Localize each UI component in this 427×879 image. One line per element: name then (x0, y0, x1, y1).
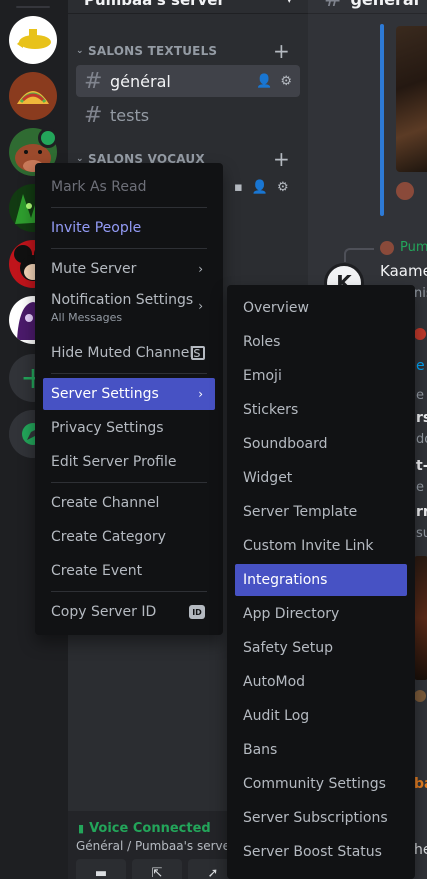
menu-divider (51, 591, 207, 592)
chevron-right-icon: › (198, 387, 203, 401)
channel-name: général (110, 71, 171, 91)
menu-item-notification-settings[interactable]: Notification Settings All Messages › (43, 287, 215, 327)
submenu-item-server-subscriptions[interactable]: Server Subscriptions (235, 802, 407, 834)
message-text: he (414, 842, 427, 858)
submenu-item-integrations[interactable]: Integrations (235, 564, 407, 596)
server-name: Pumbaa's server (84, 0, 225, 9)
chat-channel-name: général (350, 0, 419, 9)
submenu-item-community-settings[interactable]: Community Settings (235, 768, 407, 800)
submenu-item-server-template[interactable]: Server Template (235, 496, 407, 528)
message-text: e (416, 480, 424, 495)
menu-item-invite-people[interactable]: Invite People (43, 212, 215, 244)
message-text: nis (414, 286, 427, 301)
voice-location[interactable]: Général / Pumbaa's server (76, 839, 235, 853)
menu-divider (51, 248, 207, 249)
category-text-channels[interactable]: ⌄ SALONS TEXTUELS + (76, 39, 300, 63)
submenu-item-roles[interactable]: Roles (235, 326, 407, 358)
chevron-right-icon: › (198, 262, 203, 276)
message-text: t- (416, 458, 427, 474)
submenu-item-overview[interactable]: Overview (235, 292, 407, 324)
submenu-item-bans[interactable]: Bans (235, 734, 407, 766)
create-channel-plus-icon[interactable]: + (273, 147, 290, 171)
submenu-item-soundboard[interactable]: Soundboard (235, 428, 407, 460)
rocket-icon: ➚ (207, 866, 219, 879)
avatar[interactable] (414, 328, 426, 340)
menu-divider (51, 482, 207, 483)
menu-item-mark-as-read[interactable]: Mark As Read (43, 171, 215, 203)
menu-item-server-settings[interactable]: Server Settings › (43, 378, 215, 410)
screen-share-icon: ⇱ (151, 866, 163, 879)
embed-image[interactable] (396, 26, 427, 172)
menu-item-hide-muted-channels[interactable]: Hide Muted Channels (43, 337, 215, 369)
avatar[interactable] (396, 182, 414, 200)
reply-connector (344, 248, 374, 262)
menu-divider (51, 207, 207, 208)
avatar[interactable] (414, 690, 426, 702)
message-text: ba (414, 776, 427, 792)
reply-author[interactable]: Pumb (400, 240, 427, 255)
submenu-item-app-directory[interactable]: App Directory (235, 598, 407, 630)
create-channel-plus-icon[interactable]: + (273, 39, 290, 63)
chat-icon[interactable]: ▪ (234, 180, 243, 195)
category-label: SALONS TEXTUELS (88, 44, 218, 58)
hash-icon: # (324, 0, 342, 12)
checkbox[interactable] (191, 346, 205, 360)
menu-item-create-channel[interactable]: Create Channel (43, 487, 215, 519)
message-author[interactable]: Kaame (380, 262, 427, 280)
server-yellow-submarine-icon[interactable] (9, 16, 57, 64)
channel-general[interactable]: # général 👤 ⚙ (76, 65, 300, 97)
server-taco-icon[interactable] (9, 72, 57, 120)
chat-header: # général (308, 0, 427, 14)
signal-icon: ▮ (78, 822, 85, 835)
chevron-down-icon: ⌄ (76, 46, 84, 56)
server-context-menu: Mark As Read Invite People Mute Server ›… (35, 163, 223, 635)
submenu-item-custom-invite-link[interactable]: Custom Invite Link (235, 530, 407, 562)
hash-icon: # (84, 102, 103, 128)
submenu-item-safety-setup[interactable]: Safety Setup (235, 632, 407, 664)
submenu-item-audit-log[interactable]: Audit Log (235, 700, 407, 732)
gear-icon[interactable]: ⚙ (277, 180, 289, 195)
message-text: do (416, 432, 427, 447)
submenu-item-emoji[interactable]: Emoji (235, 360, 407, 392)
chevron-down-icon: ▾ (286, 0, 292, 6)
chevron-right-icon: › (198, 299, 203, 313)
rail-separator (16, 6, 50, 8)
hash-icon: # (84, 68, 103, 94)
gear-icon[interactable]: ⚙ (280, 74, 292, 89)
channel-name: tests (110, 105, 150, 125)
channel-tests[interactable]: # tests (76, 99, 300, 131)
id-badge-icon: ID (189, 605, 205, 619)
submenu-item-automod[interactable]: AutoMod (235, 666, 407, 698)
submenu-item-server-boost-status[interactable]: Server Boost Status (235, 836, 407, 868)
menu-item-privacy-settings[interactable]: Privacy Settings (43, 412, 215, 444)
message-text: rn (416, 504, 427, 520)
menu-item-copy-server-id[interactable]: Copy Server ID ID (43, 596, 215, 628)
camera-icon: ▬ (94, 866, 108, 879)
voice-connected-status[interactable]: ▮ Voice Connected (78, 821, 211, 836)
speaker-icon (38, 128, 58, 148)
message-text: e (416, 388, 424, 403)
menu-item-edit-server-profile[interactable]: Edit Server Profile (43, 446, 215, 478)
invite-member-icon[interactable]: 👤 (252, 180, 268, 195)
invite-member-icon[interactable]: 👤 (256, 74, 272, 89)
avatar[interactable] (380, 241, 394, 255)
screen-share-button[interactable]: ⇱ (132, 859, 182, 879)
menu-divider (51, 373, 207, 374)
menu-item-create-event[interactable]: Create Event (43, 555, 215, 587)
server-settings-submenu: Overview Roles Emoji Stickers Soundboard… (227, 285, 415, 879)
submenu-item-widget[interactable]: Widget (235, 462, 407, 494)
voice-channel-tools: ▪ 👤 ⚙ (234, 180, 289, 195)
menu-item-mute-server[interactable]: Mute Server › (43, 253, 215, 285)
menu-item-create-category[interactable]: Create Category (43, 521, 215, 553)
message-text: su (416, 526, 427, 541)
server-header[interactable]: Pumbaa's server ▾ (68, 0, 308, 14)
embed-accent-bar (380, 24, 384, 216)
message-text: e (416, 358, 425, 374)
message-text: rs (416, 410, 427, 426)
submenu-item-stickers[interactable]: Stickers (235, 394, 407, 426)
embed-image[interactable] (414, 556, 427, 680)
camera-button[interactable]: ▬ (76, 859, 126, 879)
